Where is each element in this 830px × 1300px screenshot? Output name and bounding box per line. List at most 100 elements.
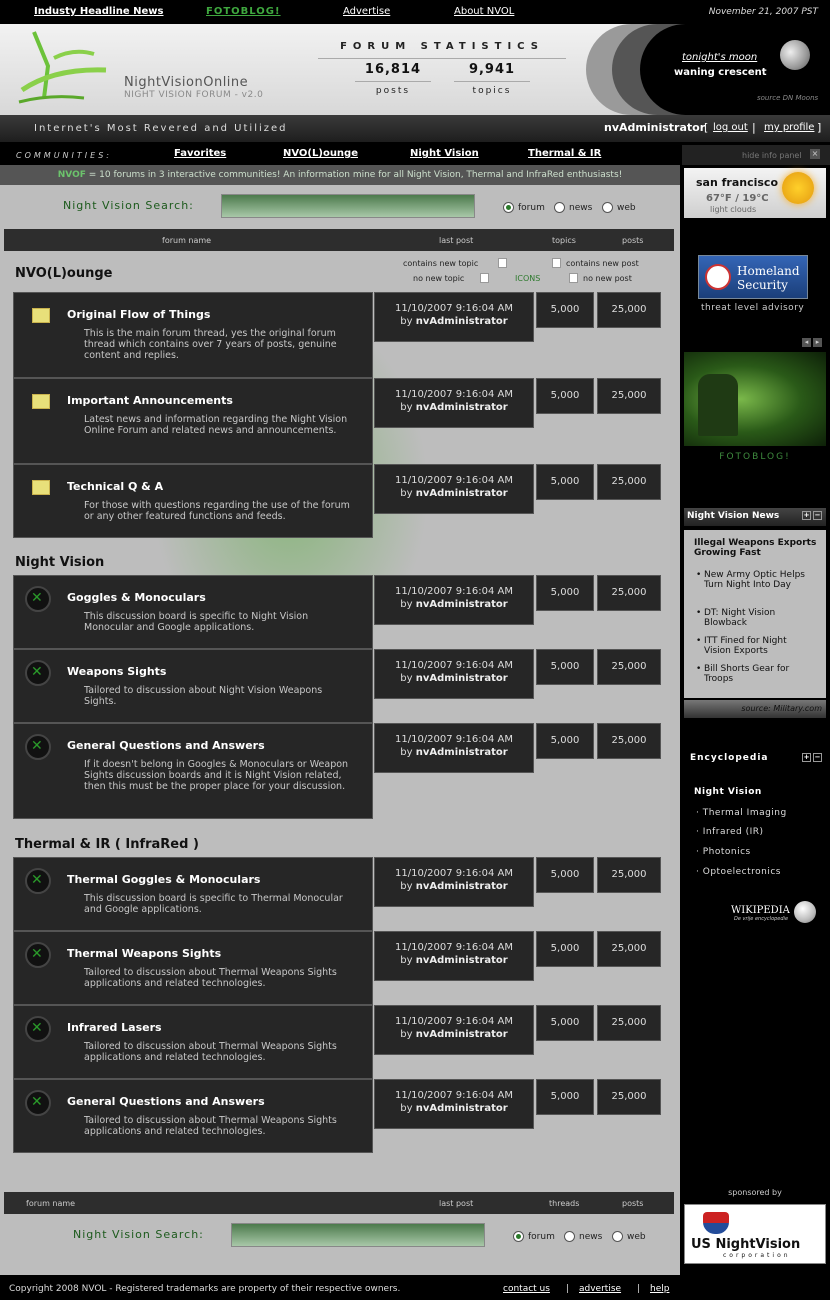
- forum-name[interactable]: Thermal Weapons Sights: [67, 947, 221, 960]
- section-title: NVO(L)ounge: [15, 266, 113, 281]
- last-post-cell[interactable]: 11/10/2007 9:16:04 AM by nvAdministrator: [374, 464, 534, 514]
- plant-logo-icon[interactable]: [14, 28, 110, 108]
- search-input[interactable]: [221, 194, 475, 218]
- tonight-moon-link[interactable]: tonight's moon: [682, 52, 757, 63]
- last-post-cell[interactable]: 11/10/2007 9:16:04 AM by nvAdministrator: [374, 1079, 534, 1129]
- expand-icon[interactable]: +: [802, 511, 811, 520]
- news-item[interactable]: New Army Optic Helps Turn Night Into Day: [696, 570, 814, 590]
- forum-row[interactable]: Goggles & Monoculars This discussion boar…: [13, 575, 373, 649]
- news-item[interactable]: Bill Shorts Gear for Troops: [696, 664, 814, 684]
- last-post-user[interactable]: nvAdministrator: [416, 599, 508, 610]
- forum-row[interactable]: Infrared Lasers Tailored to discussion ab…: [13, 1005, 373, 1079]
- forum-name[interactable]: Thermal Goggles & Monoculars: [67, 873, 260, 886]
- forum-row[interactable]: Weapons Sights Tailored to discussion abo…: [13, 649, 373, 723]
- enc-item[interactable]: · Thermal Imaging: [696, 808, 787, 818]
- col-last-post: last post: [439, 1199, 474, 1208]
- sponsor-logo[interactable]: US NightVision corporation: [684, 1204, 826, 1264]
- last-post-user[interactable]: nvAdministrator: [416, 402, 508, 413]
- my-profile-link[interactable]: my profile: [764, 122, 814, 133]
- last-post-user[interactable]: nvAdministrator: [416, 881, 508, 892]
- last-post-user[interactable]: nvAdministrator: [416, 673, 508, 684]
- by-label: by: [400, 1029, 413, 1040]
- close-icon[interactable]: ×: [810, 149, 820, 159]
- homeland-security-badge[interactable]: Homeland Security: [698, 255, 808, 299]
- last-post-cell[interactable]: 11/10/2007 9:16:04 AM by nvAdministrator: [374, 378, 534, 428]
- night-vision-icon: [25, 1016, 51, 1042]
- forum-name[interactable]: Goggles & Monoculars: [67, 591, 206, 604]
- last-post-cell[interactable]: 11/10/2007 9:16:04 AM by nvAdministrator: [374, 857, 534, 907]
- last-post-user[interactable]: nvAdministrator: [416, 1029, 508, 1040]
- posts-cell: 25,000: [597, 292, 661, 328]
- enc-main[interactable]: Night Vision: [694, 787, 762, 797]
- enc-item[interactable]: · Infrared (IR): [696, 827, 764, 837]
- news-item[interactable]: DT: Night Vision Blowback: [696, 608, 814, 628]
- last-post-user[interactable]: nvAdministrator: [416, 488, 508, 499]
- wikipedia-logo[interactable]: WIKIPEDIA: [731, 905, 790, 916]
- contact-link[interactable]: contact us: [503, 1284, 550, 1294]
- search-input-bottom[interactable]: [231, 1223, 485, 1247]
- forum-row[interactable]: Important Announcements Latest news and i…: [13, 378, 373, 464]
- last-post-cell[interactable]: 11/10/2007 9:16:04 AM by nvAdministrator: [374, 292, 534, 342]
- news-headline[interactable]: Illegal Weapons Exports Growing Fast: [694, 538, 826, 558]
- forum-row[interactable]: General Questions and Answers If it doesn…: [13, 723, 373, 819]
- fotoblog-caption[interactable]: FOTOBLOG!: [684, 452, 826, 462]
- advertise-link[interactable]: Advertise: [343, 6, 390, 17]
- weather-cond: light clouds: [710, 205, 757, 214]
- forum-row[interactable]: Original Flow of Things This is the main …: [13, 292, 373, 378]
- posts-cell: 25,000: [597, 378, 661, 414]
- forum-row[interactable]: Technical Q & A For those with questions …: [13, 464, 373, 538]
- forum-row[interactable]: Thermal Goggles & Monoculars This discuss…: [13, 857, 373, 931]
- community-thermal-ir[interactable]: Thermal & IR: [528, 148, 601, 159]
- fotoblog-link[interactable]: FOTOBLOG!: [206, 6, 281, 17]
- last-post-user[interactable]: nvAdministrator: [416, 1103, 508, 1114]
- last-post-cell[interactable]: 11/10/2007 9:16:04 AM by nvAdministrator: [374, 575, 534, 625]
- fotoblog-image[interactable]: [684, 352, 826, 446]
- industry-news-link[interactable]: Industy Headline News: [34, 6, 164, 17]
- collapse-icon[interactable]: −: [813, 753, 822, 762]
- collapse-icon[interactable]: −: [813, 511, 822, 520]
- last-post-user[interactable]: nvAdministrator: [416, 747, 508, 758]
- next-arrow-icon[interactable]: ▸: [813, 338, 822, 347]
- search-opt-web-bottom[interactable]: web: [612, 1231, 646, 1242]
- community-nvolounge[interactable]: NVO(L)ounge: [283, 148, 358, 159]
- search-opt-news[interactable]: news: [554, 202, 592, 213]
- info-banner: NVOF = 10 forums in 3 interactive commun…: [0, 165, 680, 185]
- prev-arrow-icon[interactable]: ◂: [802, 338, 811, 347]
- forum-name[interactable]: Original Flow of Things: [67, 308, 210, 321]
- forum-name[interactable]: Important Announcements: [67, 394, 233, 407]
- last-post-user[interactable]: nvAdministrator: [416, 316, 508, 327]
- about-link[interactable]: About NVOL: [454, 6, 514, 17]
- logout-link[interactable]: log out: [713, 122, 748, 133]
- forum-row[interactable]: Thermal Weapons Sights Tailored to discus…: [13, 931, 373, 1005]
- last-post-cell[interactable]: 11/10/2007 9:16:04 AM by nvAdministrator: [374, 723, 534, 773]
- community-night-vision[interactable]: Night Vision: [410, 148, 479, 159]
- search-opt-forum[interactable]: forum: [503, 202, 545, 213]
- opt-label: news: [569, 202, 593, 213]
- forum-desc: Tailored to discussion about Night Visio…: [84, 685, 323, 707]
- last-post-cell[interactable]: 11/10/2007 9:16:04 AM by nvAdministrator: [374, 649, 534, 699]
- search-opt-news-bottom[interactable]: news: [564, 1231, 602, 1242]
- enc-item[interactable]: · Optoelectronics: [696, 867, 781, 877]
- last-post-cell[interactable]: 11/10/2007 9:16:04 AM by nvAdministrator: [374, 1005, 534, 1055]
- news-item[interactable]: ITT Fined for Night Vision Exports: [696, 636, 814, 656]
- enc-item[interactable]: · Photonics: [696, 847, 751, 857]
- opt-label: web: [617, 202, 636, 213]
- forum-name[interactable]: General Questions and Answers: [67, 739, 265, 752]
- community-favorites[interactable]: Favorites: [174, 148, 226, 159]
- wikipedia-globe-icon: [794, 901, 816, 923]
- topics-cell: 5,000: [536, 1079, 594, 1115]
- help-link[interactable]: help: [650, 1284, 669, 1294]
- forum-name[interactable]: Infrared Lasers: [67, 1021, 162, 1034]
- forum-row[interactable]: General Questions and Answers Tailored to…: [13, 1079, 373, 1153]
- advertise-footer-link[interactable]: advertise: [579, 1284, 621, 1294]
- expand-icon[interactable]: +: [802, 753, 811, 762]
- search-opt-forum-bottom[interactable]: forum: [513, 1231, 555, 1242]
- hide-panel-link[interactable]: hide info panel: [742, 151, 802, 160]
- forum-name[interactable]: General Questions and Answers: [67, 1095, 265, 1108]
- forum-name[interactable]: Technical Q & A: [67, 480, 163, 493]
- last-post-cell[interactable]: 11/10/2007 9:16:04 AM by nvAdministrator: [374, 931, 534, 981]
- forum-name[interactable]: Weapons Sights: [67, 665, 166, 678]
- encyclopedia-header: Encyclopedia + −: [684, 750, 826, 768]
- search-opt-web[interactable]: web: [602, 202, 636, 213]
- last-post-user[interactable]: nvAdministrator: [416, 955, 508, 966]
